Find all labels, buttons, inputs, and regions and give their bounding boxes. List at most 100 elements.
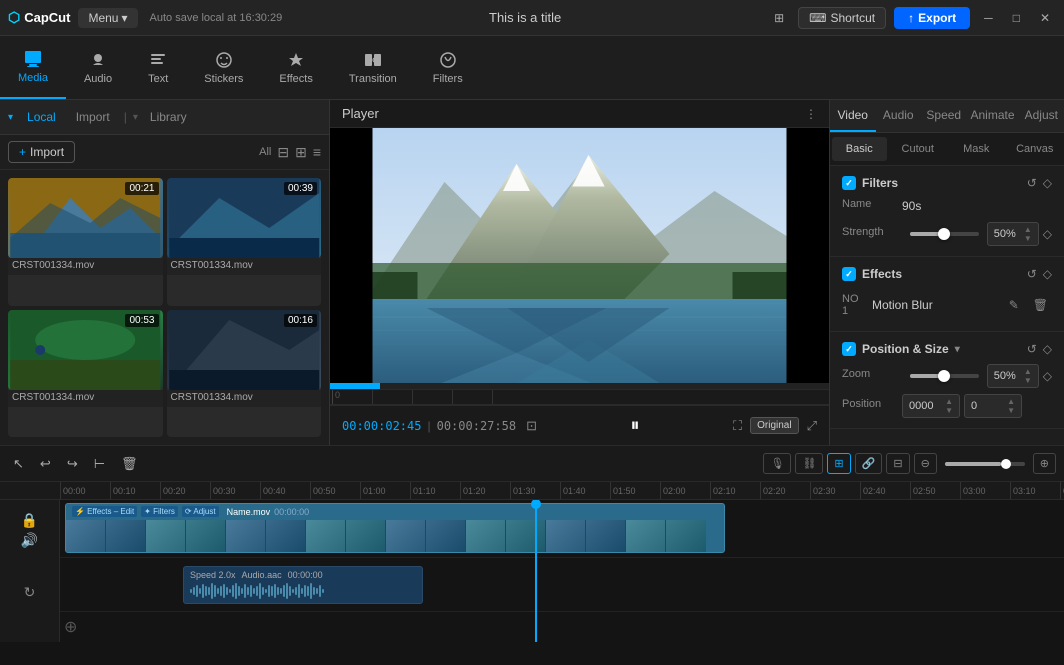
list-view-icon[interactable]: ≡ [313, 144, 321, 160]
tab-adjust[interactable]: Adjust [1019, 100, 1064, 132]
player-video[interactable] [330, 128, 829, 389]
mic-button[interactable]: 🎙 [763, 453, 791, 474]
effects-checkbox[interactable]: ✓ [842, 267, 856, 281]
toolbar-audio[interactable]: Audio [66, 36, 130, 99]
redo-button[interactable]: ↪ [62, 453, 83, 475]
sub-tab-cutout[interactable]: Cutout [891, 137, 946, 161]
expand-icon[interactable]: ⤢ [807, 418, 817, 434]
position-more-icon[interactable]: ◇ [1043, 342, 1052, 356]
toolbar-transition[interactable]: Transition [331, 36, 415, 99]
ruler-mark-230: 02:30 [810, 482, 860, 499]
sub-tab-canvas[interactable]: Canvas [1008, 137, 1063, 161]
clip-frames [66, 520, 724, 553]
toolbar-effects[interactable]: Effects [261, 36, 330, 99]
media-item-4[interactable]: 00:16 CRST001334.mov [167, 310, 322, 438]
wbar [295, 587, 297, 595]
filters-more-icon[interactable]: ◇ [1043, 176, 1052, 190]
snap-button[interactable]: ⊞ [827, 453, 850, 474]
wbar [274, 584, 276, 598]
import-button[interactable]: + Import [8, 141, 75, 163]
sub-tab-basic[interactable]: Basic [832, 137, 887, 161]
tab-import[interactable]: Import [68, 106, 118, 128]
strength-value[interactable]: 50% ▲▼ [987, 222, 1039, 246]
strength-slider[interactable] [910, 232, 979, 236]
position-checkbox[interactable]: ✓ [842, 342, 856, 356]
wbar [313, 587, 315, 595]
media-item-2[interactable]: 00:39 CRST001334.mov [167, 178, 322, 306]
media-duration-2: 00:39 [284, 182, 317, 195]
delete-button[interactable]: 🗑 [116, 453, 143, 475]
zoom-diamond-icon[interactable]: ◇ [1043, 369, 1052, 383]
undo-button[interactable]: ↩ [35, 453, 56, 475]
tab-audio[interactable]: Audio [876, 100, 922, 132]
toolbar-filters[interactable]: Filters [415, 36, 481, 99]
toolbar-media[interactable]: Media [0, 36, 66, 99]
wbar [223, 584, 225, 598]
audio-track-ctrl: ↻ [4, 566, 55, 618]
toolbar-text[interactable]: Text [130, 36, 186, 99]
position-x-input[interactable]: 0000 ▲▼ [902, 394, 960, 418]
minimize-button[interactable]: ─ [978, 7, 999, 29]
track-rotate-icon[interactable]: ↻ [24, 584, 36, 601]
position-reset-icon[interactable]: ↺ [1027, 342, 1037, 356]
link-button[interactable]: ⛓ [795, 453, 823, 474]
filter-strength-row: Strength 50% ▲▼ ◇ [842, 222, 1052, 246]
track-audio-icon[interactable]: 🔊 [21, 532, 38, 549]
zoom-slider[interactable] [910, 374, 979, 378]
audio-clip[interactable]: Speed 2.0x Audio.aac 00:00:00 [183, 566, 423, 604]
menu-button[interactable]: Menu ▾ [78, 8, 137, 28]
wbar [205, 586, 207, 596]
add-track-icon[interactable]: ⊕ [64, 617, 77, 637]
filter-icon[interactable]: ⊟ [277, 144, 289, 161]
wbar [235, 583, 237, 599]
clip-frame [226, 520, 266, 553]
export-button[interactable]: ↑ Export [894, 7, 970, 29]
fullscreen-icon[interactable]: ⛶ [733, 418, 742, 434]
player-menu-icon[interactable]: ⋮ [805, 107, 817, 121]
filters-checkbox[interactable]: ✓ [842, 176, 856, 190]
media-item-3[interactable]: 00:53 CRST001334.mov [8, 310, 163, 438]
sub-tab-mask[interactable]: Mask [949, 137, 1004, 161]
effect-delete-icon[interactable]: 🗑 [1029, 296, 1052, 314]
left-panel: ▾ Local Import | ▾ Library + Import All … [0, 100, 330, 445]
filters-reset-icon[interactable]: ↺ [1027, 176, 1037, 190]
sub-tabs: Basic Cutout Mask Canvas [830, 133, 1064, 166]
wbar [229, 589, 231, 593]
chapters-icon[interactable]: ⊡ [526, 418, 537, 434]
split-button[interactable]: ⊢ [89, 453, 110, 475]
tab-local[interactable]: Local [19, 106, 64, 128]
tab-library[interactable]: Library [142, 106, 195, 128]
toolbar-stickers[interactable]: Stickers [186, 36, 261, 99]
zoom-row: Zoom 50% ▲▼ ◇ [842, 364, 1052, 388]
effect-edit-icon[interactable]: ✎ [1005, 296, 1023, 314]
play-button[interactable]: ⏸ [631, 415, 640, 436]
effects-reset-icon[interactable]: ↺ [1027, 267, 1037, 281]
tab-video[interactable]: Video [830, 100, 876, 132]
media-duration-4: 00:16 [284, 314, 317, 327]
tab-speed[interactable]: Speed [921, 100, 967, 132]
monitor-icon-btn[interactable]: ⊞ [768, 7, 790, 29]
close-button[interactable]: ✕ [1034, 7, 1056, 29]
clip-frame [666, 520, 706, 553]
position-y-input[interactable]: 0 ▲▼ [964, 394, 1022, 418]
filter-name-row: Name 90s [842, 198, 1052, 214]
shortcut-button[interactable]: ⌨ Shortcut [798, 7, 886, 29]
tab-animate[interactable]: Animate [967, 100, 1019, 132]
media-item-1[interactable]: 00:21 CRST001334.mov [8, 178, 163, 306]
video-clip[interactable]: ⚡ Effects – Edit ✦ Filters ⟳ Adjust Name… [65, 503, 725, 553]
maximize-button[interactable]: □ [1007, 7, 1026, 29]
wbar [316, 588, 318, 594]
lock-button[interactable]: 🔗 [855, 453, 883, 474]
effects-more-icon[interactable]: ◇ [1043, 267, 1052, 281]
strength-diamond-icon[interactable]: ◇ [1043, 227, 1052, 241]
grid-view-icon[interactable]: ⊞ [295, 144, 307, 161]
select-tool-button[interactable]: ↖ [8, 453, 29, 475]
unlink-button[interactable]: ⊟ [886, 453, 909, 474]
zoom-in-button[interactable]: ⊕ [1033, 453, 1056, 474]
clip-frame [266, 520, 306, 553]
zoom-out-button[interactable]: ⊖ [914, 453, 937, 474]
track-lock-icon[interactable]: 🔒 [21, 512, 38, 529]
zoom-slider[interactable] [945, 462, 1025, 466]
wbar [259, 583, 261, 599]
zoom-value[interactable]: 50% ▲▼ [987, 364, 1039, 388]
